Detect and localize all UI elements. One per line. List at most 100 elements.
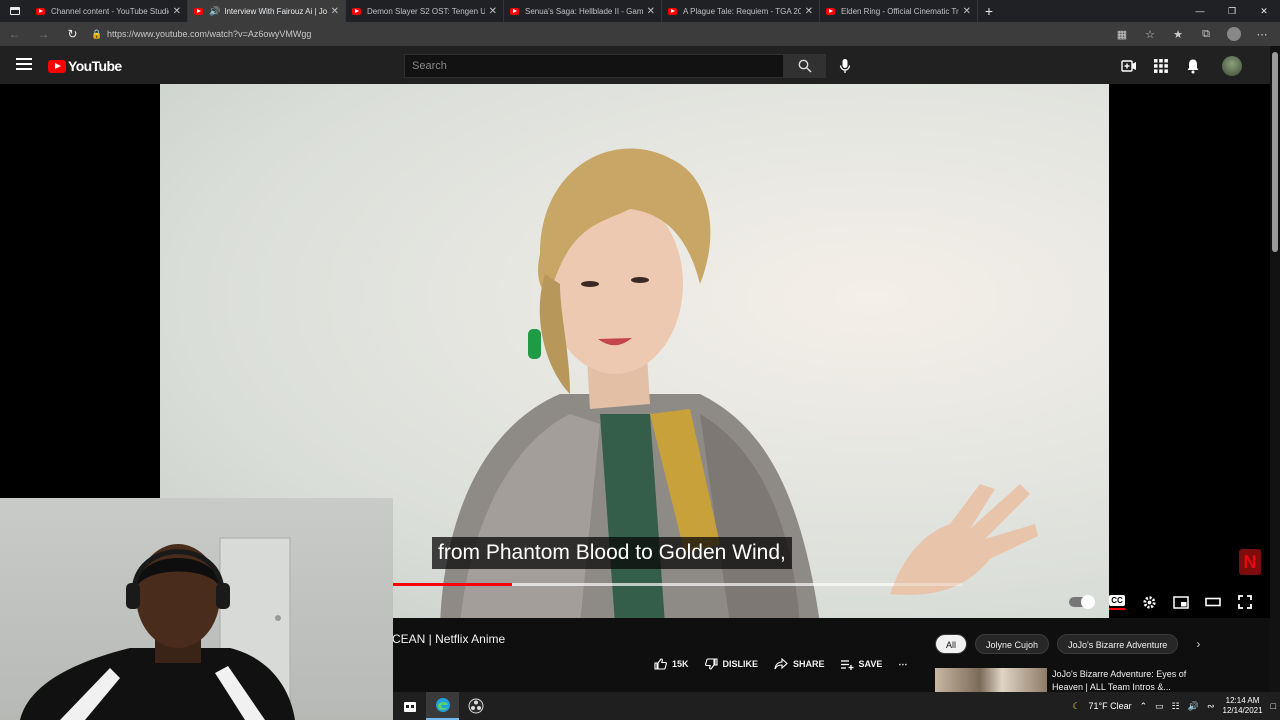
browser-tab[interactable]: 🔊 Interview With Fairouz Ai | JoJo ✕ (188, 0, 346, 22)
browser-toolbar: ← → ↻ 🔒 https://www.youtube.com/watch?v=… (0, 22, 1280, 46)
youtube-favicon-icon (826, 7, 835, 15)
wifi-icon[interactable]: ∾ (1207, 701, 1215, 712)
youtube-header: YouTube Search (0, 46, 1270, 84)
autoplay-toggle-icon (1069, 595, 1095, 609)
browser-tab[interactable]: Channel content - YouTube Studio ✕ (30, 0, 188, 22)
close-window-icon[interactable]: ✕ (1248, 0, 1280, 22)
browser-tab-strip: Channel content - YouTube Studio ✕ 🔊 Interv… (0, 0, 1280, 22)
bell-icon (1187, 59, 1199, 74)
clock[interactable]: 12:14 AM 12/14/2021 (1223, 696, 1263, 716)
clock-date: 12/14/2021 (1222, 706, 1263, 715)
autoplay-toggle[interactable] (1068, 593, 1095, 611)
forward-button[interactable]: → (29, 22, 58, 46)
more-menu-icon[interactable]: ⋯ (1248, 22, 1276, 46)
tab-close-icon[interactable]: ✕ (489, 6, 497, 17)
lock-icon[interactable]: 🔒 (87, 29, 107, 40)
collections-icon[interactable]: ⧉ (1192, 22, 1220, 46)
chevron-up-icon[interactable]: ⌃ (1140, 701, 1148, 712)
tab-close-icon[interactable]: ✕ (173, 6, 181, 17)
save-button[interactable]: SAVE (840, 659, 883, 670)
apps-button[interactable] (1152, 57, 1170, 75)
address-bar[interactable]: https://www.youtube.com/watch?v=Az6owyVM… (107, 29, 1108, 39)
chip-all[interactable]: All (935, 634, 968, 654)
share-button[interactable]: SHARE (774, 658, 825, 670)
reload-button[interactable]: ↻ (58, 22, 87, 46)
youtube-favicon-icon (510, 7, 519, 15)
clock-time: 12:14 AM (1225, 696, 1260, 705)
voice-search-button[interactable] (832, 54, 858, 78)
browser-tab[interactable]: Elden Ring - Official Cinematic Trailer ✕ (820, 0, 978, 22)
youtube-favicon-icon (194, 7, 203, 15)
notifications-button[interactable] (1184, 57, 1202, 75)
browser-tab[interactable]: Demon Slayer S2 OST: Tengen Uzui ✕ (346, 0, 504, 22)
youtube-logo[interactable]: YouTube (48, 58, 122, 74)
settings-button[interactable] (1140, 593, 1158, 611)
browser-tab-title: Senua's Saga: Hellblade II - Game (525, 6, 643, 16)
fullscreen-button[interactable] (1236, 593, 1254, 611)
webcam-overlay (0, 498, 393, 720)
video-actions: 15K DISLIKE SHARE SAVE ⋯ (654, 656, 907, 672)
more-horizontal-icon: ⋯ (898, 658, 908, 669)
thumbs-down-icon (704, 658, 718, 670)
minimize-icon[interactable]: — (1184, 0, 1216, 22)
tab-actions-icon[interactable] (0, 0, 30, 22)
related-filter-chips: All Jolyne Cujoh JoJo's Bizarre Adventur… (935, 634, 1200, 654)
browser-tab-title: Elden Ring - Official Cinematic Trailer (841, 6, 959, 16)
progress-bar[interactable] (392, 583, 962, 586)
network-icon[interactable]: ☷ (1172, 701, 1180, 712)
save-label: SAVE (858, 659, 883, 669)
tab-close-icon[interactable]: ✕ (805, 6, 813, 17)
edge-browser-icon (435, 698, 450, 712)
new-tab-button[interactable]: + (978, 0, 1000, 22)
edge-app[interactable] (426, 692, 459, 720)
tab-close-icon[interactable]: ✕ (331, 6, 339, 17)
tabs-container: Channel content - YouTube Studio ✕ 🔊 Interv… (30, 0, 978, 22)
store-app[interactable] (393, 692, 426, 720)
add-favorite-icon[interactable]: ☆ (1136, 22, 1164, 46)
miniplayer-button[interactable] (1172, 593, 1190, 611)
browser-tab-title: Demon Slayer S2 OST: Tengen Uzui (367, 6, 485, 16)
volume-icon[interactable]: 🔊 (1188, 701, 1199, 712)
battery-icon[interactable]: ▭ (1155, 701, 1164, 712)
browser-tab[interactable]: Senua's Saga: Hellblade II - Game ✕ (504, 0, 662, 22)
subtitles-button[interactable]: CC (1108, 593, 1126, 611)
scrollbar-thumb[interactable] (1272, 52, 1278, 252)
tab-close-icon[interactable]: ✕ (647, 6, 655, 17)
like-button[interactable]: 15K (654, 658, 689, 670)
tab-audio-icon[interactable]: 🔊 (209, 6, 220, 17)
store-icon (403, 702, 416, 712)
youtube-favicon-icon (352, 7, 361, 15)
microphone-icon (839, 59, 851, 73)
youtube-favicon-icon (36, 7, 45, 15)
favorites-icon[interactable]: ★ (1164, 22, 1192, 46)
dislike-button[interactable]: DISLIKE (704, 658, 758, 670)
tab-close-icon[interactable]: ✕ (963, 6, 971, 17)
search-button[interactable] (784, 54, 826, 78)
chip-jolyne-cujoh[interactable]: Jolyne Cujoh (975, 634, 1050, 654)
hamburger-menu-icon[interactable] (16, 58, 32, 70)
recommended-video-title[interactable]: JoJo's Bizarre Adventure: Eyes of Heaven… (1052, 668, 1192, 694)
youtube-favicon-icon (668, 7, 677, 15)
obs-app[interactable] (459, 692, 492, 720)
player-controls: CC (1068, 592, 1254, 612)
read-aloud-icon[interactable]: ▦ (1108, 22, 1136, 46)
more-actions-button[interactable]: ⋯ (898, 659, 907, 670)
miniplayer-icon (1173, 595, 1189, 609)
youtube-play-logo-icon (48, 59, 66, 73)
browser-tab[interactable]: A Plague Tale: Requiem - TGA 2021 ✕ (662, 0, 820, 22)
restore-icon[interactable]: ❐ (1216, 0, 1248, 22)
theater-mode-button[interactable] (1204, 593, 1222, 611)
fullscreen-icon (1238, 595, 1252, 609)
back-button[interactable]: ← (0, 22, 29, 46)
obs-icon (468, 698, 483, 714)
account-avatar[interactable] (1222, 56, 1242, 76)
profile-icon[interactable] (1227, 27, 1241, 41)
create-video-button[interactable] (1120, 57, 1138, 75)
chip-jojos-bizarre-adventure[interactable]: JoJo's Bizarre Adventure (1057, 634, 1179, 654)
share-label: SHARE (793, 659, 825, 669)
search-input[interactable]: Search (404, 54, 784, 78)
weather-text[interactable]: 71°F Clear (1088, 701, 1131, 711)
chevron-right-icon[interactable]: › (1196, 637, 1200, 651)
cc-icon: CC (1109, 594, 1125, 606)
notifications-icon[interactable]: □ (1271, 701, 1276, 711)
